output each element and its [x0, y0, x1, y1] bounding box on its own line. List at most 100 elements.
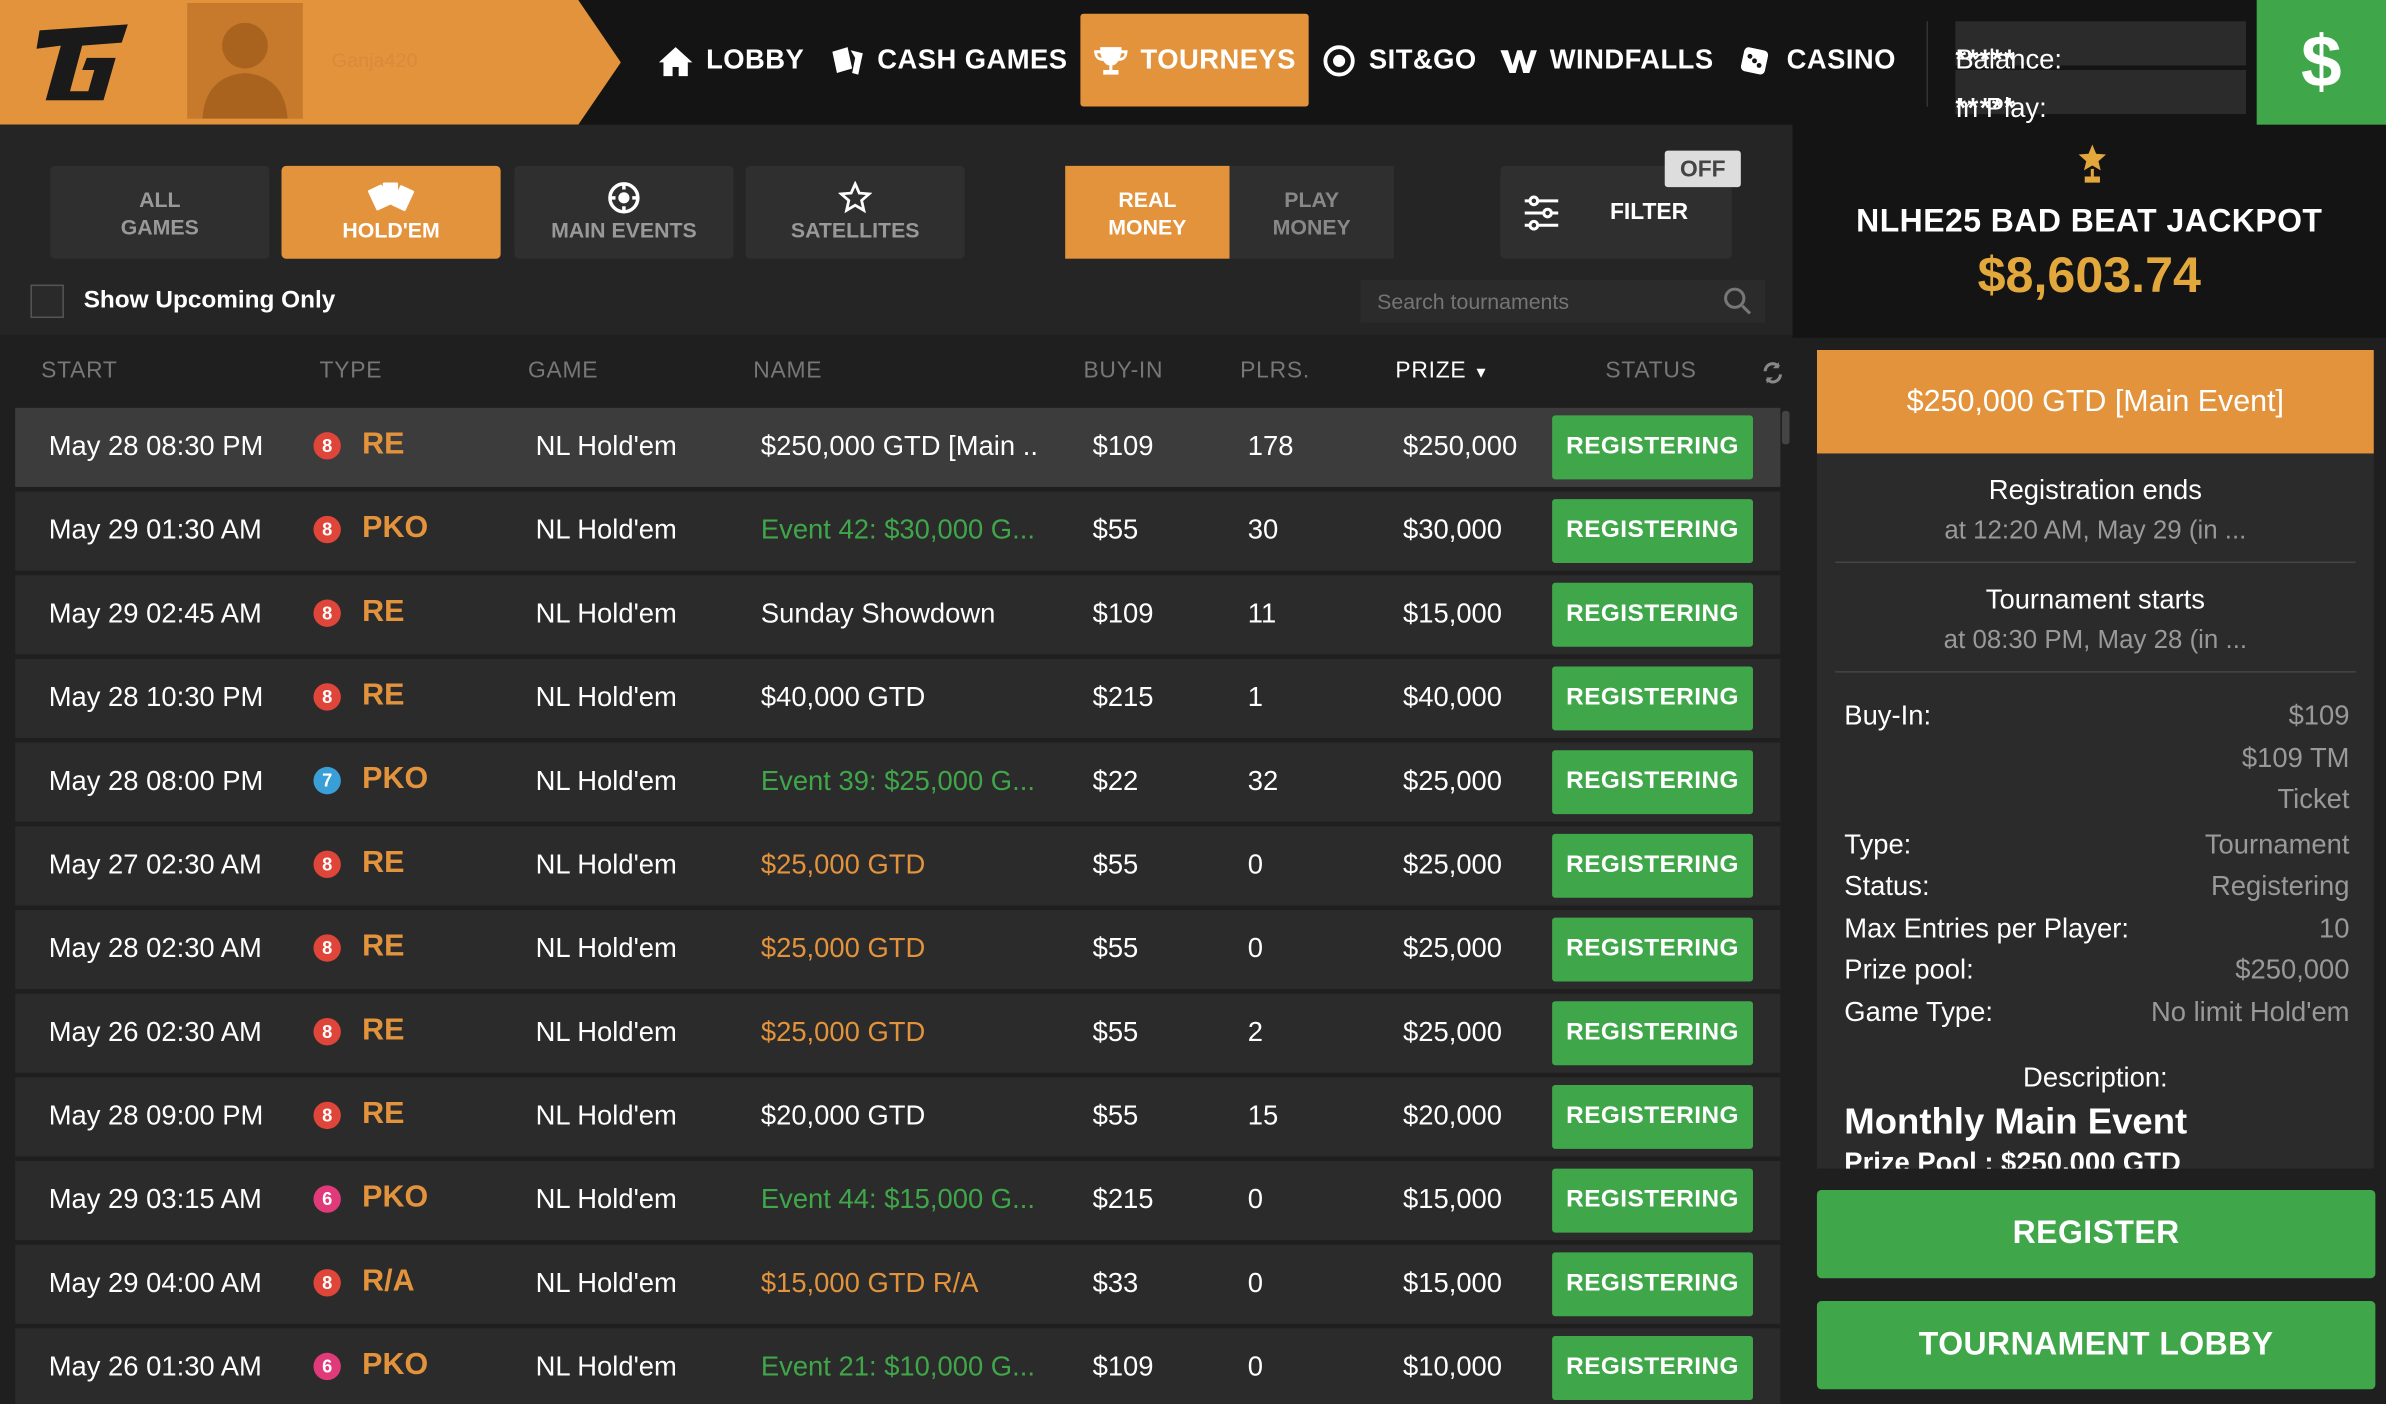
row-prize: $15,000: [1403, 1267, 1503, 1299]
col-name[interactable]: NAME: [753, 358, 822, 384]
play-money-tab[interactable]: PLAY MONEY: [1229, 165, 1394, 259]
table-row[interactable]: May 29 03:15 AM 6 PKO NL Hold'em Event 44: $…: [15, 1161, 1781, 1241]
row-type: RE: [362, 929, 405, 964]
cashier-button[interactable]: $: [2256, 0, 2386, 125]
col-plrs[interactable]: PLRS.: [1240, 358, 1310, 384]
col-status[interactable]: STATUS: [1605, 358, 1696, 384]
row-type: R/A: [362, 1264, 415, 1299]
row-type: RE: [362, 1097, 405, 1131]
avatar[interactable]: [187, 3, 303, 119]
registering-button[interactable]: REGISTERING: [1552, 1084, 1753, 1149]
nav-cash-games-label: CASH GAMES: [877, 44, 1068, 75]
row-buyin: $55: [1092, 514, 1139, 545]
row-players: 0: [1247, 1351, 1264, 1382]
nav-sitgo[interactable]: SIT&GO: [1308, 14, 1489, 107]
tab-main-events[interactable]: MAIN EVENTS: [514, 165, 734, 259]
buyin-label: Buy-In:: [1844, 699, 1932, 731]
registering-button[interactable]: REGISTERING: [1552, 499, 1753, 564]
col-start[interactable]: START: [41, 358, 118, 384]
row-start: May 29 04:00 AM: [48, 1267, 262, 1299]
registering-button[interactable]: REGISTERING: [1552, 750, 1753, 815]
money-toggle: REAL MONEY PLAY MONEY: [1065, 165, 1394, 259]
tab-holdem[interactable]: HOLD'EM: [281, 165, 501, 259]
row-start: May 29 03:15 AM: [48, 1183, 262, 1215]
row-game: NL Hold'em: [535, 514, 677, 545]
registering-button[interactable]: REGISTERING: [1552, 582, 1753, 647]
row-prize: $40,000: [1403, 681, 1503, 713]
registering-button[interactable]: REGISTERING: [1552, 415, 1753, 480]
refresh-icon[interactable]: [1762, 361, 1783, 385]
row-type: RE: [362, 427, 405, 462]
tournament-lobby-button[interactable]: TOURNAMENT LOBBY: [1816, 1301, 2376, 1390]
upcoming-checkbox-row[interactable]: Show Upcoming Only: [30, 284, 335, 319]
registering-button[interactable]: REGISTERING: [1552, 1168, 1753, 1233]
col-buyin[interactable]: BUY-IN: [1083, 358, 1163, 384]
row-players: 0: [1247, 849, 1264, 880]
registering-button[interactable]: REGISTERING: [1552, 666, 1753, 731]
trophy-icon: [1093, 46, 1127, 74]
table-row[interactable]: May 28 10:30 PM 8 RE NL Hold'em $40,000 GTD $…: [15, 658, 1781, 739]
registering-button[interactable]: REGISTERING: [1552, 833, 1753, 898]
tab-main-events-label: MAIN EVENTS: [551, 217, 697, 242]
table-row[interactable]: May 29 01:30 AM 8 PKO NL Hold'em Event 42: $…: [15, 491, 1781, 571]
user-silhouette-icon: [202, 22, 288, 119]
filter-label: FILTER: [1609, 199, 1689, 226]
type-label: Type:: [1844, 829, 1912, 860]
table-row[interactable]: May 26 01:30 AM 6 PKO NL Hold'em Event 21: $…: [15, 1328, 1781, 1404]
prize-pool-label: Prize pool:: [1844, 954, 1974, 985]
trophy-star-icon: [2078, 144, 2107, 183]
row-players: 0: [1247, 1183, 1264, 1215]
register-button[interactable]: REGISTER: [1816, 1189, 2376, 1279]
table-row[interactable]: May 27 02:30 AM 8 RE NL Hold'em $25,000 GTD $…: [15, 826, 1781, 906]
description-subtitle: Prize Pool : $250,000 GTD: [1844, 1147, 2181, 1169]
table-row[interactable]: May 26 02:30 AM 8 RE NL Hold'em $25,000 GTD $…: [15, 993, 1781, 1073]
registering-button[interactable]: REGISTERING: [1552, 1252, 1753, 1317]
tab-satellites[interactable]: SATELLITES: [745, 165, 965, 259]
nav-tourneys-label: TOURNEYS: [1140, 44, 1296, 75]
tab-all-games[interactable]: ALL GAMES: [50, 165, 270, 259]
registering-button[interactable]: REGISTERING: [1552, 1001, 1753, 1066]
nav-casino-label: CASINO: [1786, 44, 1896, 75]
row-buyin: $22: [1092, 765, 1139, 796]
nav-casino[interactable]: CASINO: [1726, 14, 1908, 107]
row-start: May 28 02:30 AM: [48, 932, 262, 964]
table-row[interactable]: May 28 02:30 AM 8 RE NL Hold'em $25,000 GTD $…: [15, 909, 1781, 990]
row-type: PKO: [362, 1348, 429, 1382]
row-game: NL Hold'em: [535, 1267, 677, 1299]
row-type: PKO: [362, 1180, 429, 1215]
table-row[interactable]: May 28 08:30 PM 8 RE NL Hold'em $250,000 GTD…: [15, 407, 1781, 487]
table-row[interactable]: May 29 02:45 AM 8 RE NL Hold'em Sunday Showd…: [15, 575, 1781, 655]
nav-windfalls[interactable]: WINDFALLS: [1489, 14, 1726, 107]
col-prize[interactable]: PRIZE ▼: [1395, 358, 1489, 384]
col-game[interactable]: GAME: [528, 358, 598, 384]
search-input[interactable]: [1377, 289, 1712, 314]
star-icon: [838, 181, 872, 214]
row-prize: $25,000: [1403, 765, 1503, 796]
real-money-tab[interactable]: REAL MONEY: [1065, 165, 1230, 259]
cards-icon: [831, 46, 863, 74]
buyin-ticket: $109 TM: [2241, 742, 2350, 774]
registering-button[interactable]: REGISTERING: [1552, 917, 1753, 982]
table-row[interactable]: May 29 04:00 AM 8 R/A NL Hold'em $15,000 GTD…: [15, 1244, 1781, 1324]
row-prize: $25,000: [1403, 1016, 1503, 1047]
nav-tourneys[interactable]: TOURNEYS: [1079, 13, 1309, 107]
table-row[interactable]: May 28 09:00 PM 8 RE NL Hold'em $20,000 GTD $…: [15, 1077, 1781, 1157]
status-label: Status:: [1844, 870, 1930, 901]
nav-lobby[interactable]: LOBBY: [645, 14, 816, 107]
row-players: 11: [1247, 598, 1277, 629]
row-buyin: $215: [1092, 681, 1154, 713]
col-type[interactable]: TYPE: [320, 358, 383, 384]
row-prize: $30,000: [1403, 514, 1503, 545]
row-game: NL Hold'em: [535, 1016, 677, 1047]
tournament-starts-block: Tournament starts at 08:30 PM, May 28 (i…: [1835, 563, 2356, 673]
top-bar: Ganja420 LOBBY CASH GAMES TOURNEYS SIT&G…: [0, 0, 2386, 125]
nav-cash-games[interactable]: CASH GAMES: [816, 14, 1079, 107]
logo-icon[interactable]: [36, 21, 137, 101]
table-row[interactable]: May 28 08:00 PM 7 PKO NL Hold'em Event 39: $…: [15, 742, 1781, 822]
search-icon[interactable]: [1723, 286, 1753, 316]
row-buyin: $55: [1092, 849, 1139, 880]
upcoming-checkbox[interactable]: [30, 284, 64, 319]
registering-button[interactable]: REGISTERING: [1552, 1336, 1753, 1400]
row-players: 15: [1247, 1100, 1279, 1131]
list-scrollbar[interactable]: [1781, 410, 1790, 445]
